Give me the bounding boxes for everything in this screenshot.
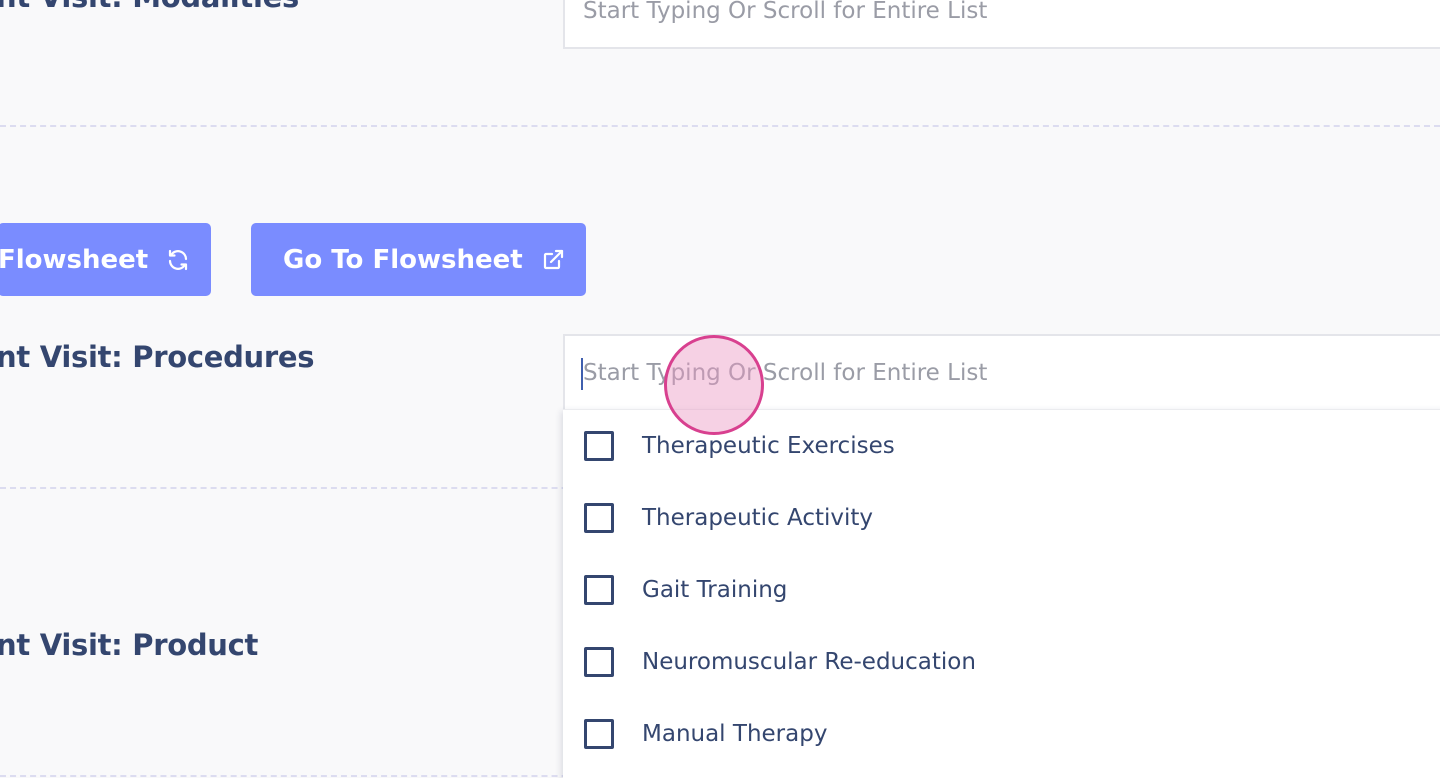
list-item[interactable]: Therapeutic Activity [563, 482, 1440, 554]
procedures-dropdown-list: Therapeutic Exercises Therapeutic Activi… [563, 409, 1440, 778]
procedures-select-field[interactable] [563, 334, 1440, 410]
checkbox[interactable] [584, 575, 614, 605]
option-label: Therapeutic Activity [642, 505, 874, 531]
modalities-section-label: nt Visit: Modalities [0, 0, 299, 14]
list-item[interactable]: Neuromuscular Re-education [563, 626, 1440, 698]
list-item[interactable]: Manual Therapy [563, 698, 1440, 770]
product-section-label: nt Visit: Product [0, 628, 259, 662]
option-label: Therapeutic Exercises [642, 433, 895, 459]
option-label: Gait Training [642, 577, 788, 603]
modalities-search-input[interactable] [581, 0, 1440, 47]
checkbox[interactable] [584, 719, 614, 749]
visit-form-page: nt Visit: Modalities Flowsheet Go To Flo… [0, 0, 1440, 778]
option-label: Manual Therapy [642, 721, 828, 747]
external-link-icon [541, 248, 565, 272]
list-item[interactable]: Gait Training [563, 554, 1440, 626]
go-to-flowsheet-label: Go To Flowsheet [283, 244, 523, 275]
option-label: Neuromuscular Re-education [642, 649, 976, 675]
section-divider [0, 125, 1440, 127]
refresh-flowsheet-label: Flowsheet [0, 244, 149, 275]
refresh-flowsheet-button[interactable]: Flowsheet [0, 223, 211, 296]
checkbox[interactable] [584, 431, 614, 461]
checkbox[interactable] [584, 647, 614, 677]
modalities-select-field[interactable] [563, 0, 1440, 49]
list-item[interactable]: Therapeutic Exercises [563, 410, 1440, 482]
text-caret [581, 358, 583, 390]
procedures-search-input[interactable] [581, 336, 1440, 410]
refresh-icon [166, 248, 190, 272]
go-to-flowsheet-button[interactable]: Go To Flowsheet [251, 223, 586, 296]
procedures-section-label: nt Visit: Procedures [0, 340, 315, 374]
checkbox[interactable] [584, 503, 614, 533]
